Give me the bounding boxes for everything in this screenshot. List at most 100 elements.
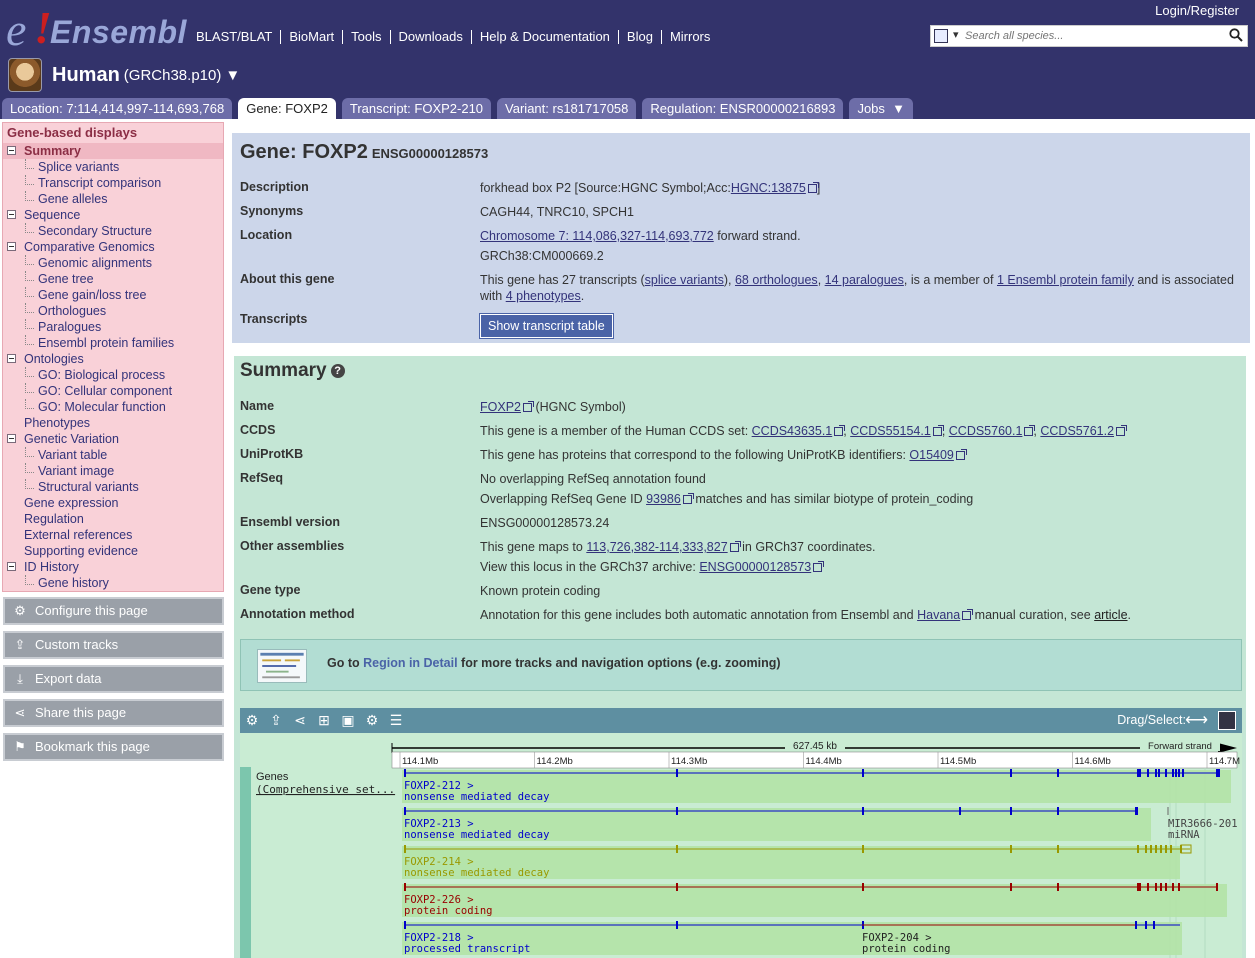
sidebar-item-phenotypes[interactable]: Phenotypes — [3, 415, 223, 431]
collapse-toggle-icon[interactable] — [7, 562, 16, 571]
grch37-coordinates-link[interactable]: 113,726,382-114,333,827 — [586, 540, 727, 554]
share-page-button[interactable]: ⋖ Share this page — [3, 699, 224, 727]
tab-location[interactable]: Location: 7:114,414,997-114,693,768 — [2, 98, 233, 119]
drag-mode-icon[interactable]: ⟷ — [1185, 710, 1208, 730]
sidebar-item-go-molecular-function[interactable]: GO: Molecular function — [3, 399, 223, 415]
collapse-toggle-icon[interactable] — [7, 242, 16, 251]
login-register-link[interactable]: Login/Register — [1155, 3, 1239, 18]
paralogues-link[interactable]: 14 paralogues — [825, 273, 904, 287]
tab-jobs[interactable]: Jobs ▼ — [849, 98, 914, 119]
collapse-toggle-icon[interactable] — [7, 354, 16, 363]
sidebar-item-go-biological-process[interactable]: GO: Biological process — [3, 367, 223, 383]
hgnc-link[interactable]: HGNC:13875 — [731, 181, 806, 195]
sidebar-item-gene-alleles[interactable]: Gene alleles — [3, 191, 223, 207]
sidebar-item-ontologies[interactable]: Ontologies — [3, 351, 223, 367]
collapse-toggle-icon[interactable] — [7, 210, 16, 219]
nav-blast[interactable]: BLAST/BLAT — [196, 30, 280, 44]
protein-family-link[interactable]: 1 Ensembl protein family — [997, 273, 1134, 287]
resize-image-icon[interactable]: ⊞ — [316, 712, 332, 728]
splice-variants-link[interactable]: splice variants — [645, 273, 724, 287]
ccds-link[interactable]: CCDS5760.1 — [949, 424, 1023, 438]
bookmark-page-button[interactable]: ⚑ Bookmark this page — [3, 733, 224, 761]
configure-image-icon[interactable]: ⚙ — [244, 712, 260, 728]
sidebar-item-transcript-comparison[interactable]: Transcript comparison — [3, 175, 223, 191]
sidebar-item-go-cellular-component[interactable]: GO: Cellular component — [3, 383, 223, 399]
species-header[interactable]: Human (GRCh38.p10) ▼ — [8, 58, 240, 92]
search-icon[interactable] — [1229, 28, 1243, 42]
species-selector-icon[interactable] — [934, 28, 959, 43]
configure-page-button[interactable]: ⚙ Configure this page — [3, 597, 224, 625]
track-order-icon[interactable]: ☰ — [388, 712, 404, 728]
nav-help[interactable]: Help & Documentation — [470, 30, 618, 44]
sidebar-item-regulation[interactable]: Regulation — [3, 511, 223, 527]
nav-tools[interactable]: Tools — [342, 30, 389, 44]
havana-link[interactable]: Havana — [917, 608, 960, 622]
sidebar-item-id-history[interactable]: ID History — [3, 559, 223, 575]
help-icon[interactable]: ? — [330, 364, 345, 378]
sidebar-item-splice-variants[interactable]: Splice variants — [3, 159, 223, 175]
sidebar-item-secondary-structure[interactable]: Secondary Structure — [3, 223, 223, 239]
export-image-icon[interactable]: ▣ — [340, 712, 356, 728]
collapse-toggle-icon[interactable] — [7, 434, 16, 443]
sidebar-item-supporting-evidence[interactable]: Supporting evidence — [3, 543, 223, 559]
sidebar-item-summary[interactable]: Summary — [3, 143, 223, 159]
sidebar-item-gene-tree[interactable]: Gene tree — [3, 271, 223, 287]
share-image-icon[interactable]: ⋖ — [292, 712, 308, 728]
article-link[interactable]: article — [1094, 608, 1127, 622]
ruler-tick-label: 114.7M — [1209, 756, 1240, 767]
chromosome-location-link[interactable]: Chromosome 7: 114,086,327-114,693,772 — [480, 229, 714, 243]
export-data-button[interactable]: ⤓ Export data — [3, 665, 224, 693]
sidebar-item-gene-gain-loss-tree[interactable]: Gene gain/loss tree — [3, 287, 223, 303]
exon — [1145, 921, 1147, 929]
ccds-link[interactable]: CCDS5761.2 — [1040, 424, 1114, 438]
ccds-link[interactable]: CCDS55154.1 — [850, 424, 931, 438]
sidebar-item-variant-image[interactable]: Variant image — [3, 463, 223, 479]
sidebar-item-variant-table[interactable]: Variant table — [3, 447, 223, 463]
reset-config-icon[interactable]: ⚙ — [364, 712, 380, 728]
grch37-archive-link[interactable]: ENSG00000128573 — [699, 560, 811, 574]
nav-downloads[interactable]: Downloads — [389, 30, 471, 44]
track-label-link[interactable]: (Comprehensive set... — [256, 783, 395, 796]
sidebar-item-gene-history[interactable]: Gene history — [3, 575, 223, 591]
add-track-icon[interactable]: ⇪ — [268, 712, 284, 728]
leftnav-header: Gene-based displays — [7, 125, 138, 140]
sidebar-item-external-references[interactable]: External references — [3, 527, 223, 543]
tab-variant[interactable]: Variant: rs181717058 — [497, 98, 637, 119]
sidebar-item-structural-variants[interactable]: Structural variants — [3, 479, 223, 495]
sidebar-item-genetic-variation[interactable]: Genetic Variation — [3, 431, 223, 447]
foxp2-hgnc-link[interactable]: FOXP2 — [480, 400, 521, 414]
show-transcript-table-button[interactable]: Show transcript table — [479, 313, 614, 339]
sidebar-item-sequence[interactable]: Sequence — [3, 207, 223, 223]
nav-mirrors[interactable]: Mirrors — [660, 30, 718, 44]
custom-tracks-button[interactable]: ⇪ Custom tracks — [3, 631, 224, 659]
exon — [1165, 769, 1167, 777]
tab-transcript[interactable]: Transcript: FOXP2-210 — [341, 98, 492, 119]
exon — [1178, 769, 1180, 777]
collapse-toggle-icon[interactable] — [7, 146, 16, 155]
uniprot-link[interactable]: O15409 — [909, 448, 953, 462]
tab-gene[interactable]: Gene: FOXP2 — [238, 98, 336, 119]
transcript-biotype: protein coding — [862, 943, 951, 955]
exon — [1137, 845, 1139, 853]
sidebar-item-genomic-alignments[interactable]: Genomic alignments — [3, 255, 223, 271]
species-dropdown-icon[interactable]: ▼ — [225, 67, 240, 84]
sidebar-item-comparative-genomics[interactable]: Comparative Genomics — [3, 239, 223, 255]
orthologues-link[interactable]: 68 orthologues — [735, 273, 818, 287]
sidebar-item-gene-expression[interactable]: Gene expression — [3, 495, 223, 511]
nav-blog[interactable]: Blog — [617, 30, 661, 44]
tab-regulation[interactable]: Regulation: ENSR00000216893 — [642, 98, 844, 119]
transcript-bg — [402, 884, 1227, 917]
region-in-detail-box[interactable]: Go to Region in Detail for more tracks a… — [240, 639, 1242, 691]
exon — [1010, 807, 1012, 815]
search-input[interactable] — [965, 28, 1221, 44]
refseq-gene-link[interactable]: 93986 — [646, 492, 681, 506]
nav-biomart[interactable]: BioMart — [280, 30, 342, 44]
sidebar-item-paralogues[interactable]: Paralogues — [3, 319, 223, 335]
select-mode-icon[interactable] — [1218, 711, 1236, 730]
ccds-link[interactable]: CCDS43635.1 — [752, 424, 833, 438]
upload-icon: ⇪ — [14, 637, 26, 652]
sidebar-item-orthologues[interactable]: Orthologues — [3, 303, 223, 319]
region-in-detail-link[interactable]: Region in Detail — [363, 656, 457, 670]
phenotypes-link[interactable]: 4 phenotypes — [506, 289, 581, 303]
sidebar-item-ensembl-protein-families[interactable]: Ensembl protein families — [3, 335, 223, 351]
